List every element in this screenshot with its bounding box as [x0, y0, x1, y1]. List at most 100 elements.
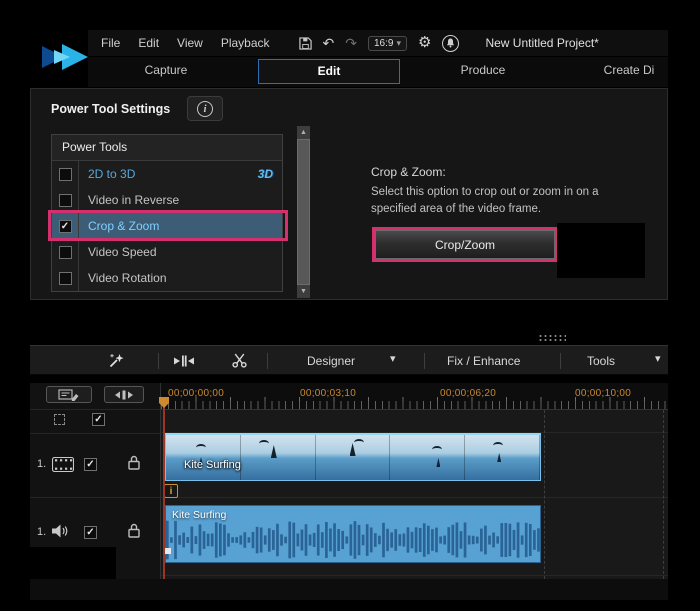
audio-waveform [166, 519, 540, 561]
aspect-ratio-value: 16:9 [374, 38, 393, 49]
scroll-down-icon[interactable]: ▼ [297, 285, 310, 298]
description-line: specified area of the video frame. [371, 201, 671, 218]
description-line: Select this option to crop out or zoom i… [371, 184, 671, 201]
check-icon: ✓ [86, 527, 94, 538]
settings-gear-icon[interactable]: ⚙ [418, 36, 431, 50]
video-track-icon [52, 457, 74, 472]
item-label: Crop & Zoom [79, 219, 159, 233]
undo-icon[interactable]: ↶ [323, 36, 335, 50]
video-clip-label: Kite Surfing [184, 459, 241, 471]
panel-resize-handle[interactable] [538, 334, 566, 342]
checkbox-video-speed[interactable] [59, 246, 72, 259]
chevron-down-icon[interactable]: ▾ [655, 355, 661, 364]
menu-bar: File Edit View Playback ↶ ↷ 16:9 ▾ ⚙ [88, 30, 668, 56]
check-icon: ✓ [94, 414, 102, 425]
clip-info-badge[interactable]: i [164, 484, 178, 498]
fix-enhance-button[interactable]: Fix / Enhance [447, 354, 520, 368]
item-label: Video Speed [79, 245, 157, 259]
crop-zoom-button[interactable]: Crop/Zoom [375, 230, 555, 259]
info-icon: i [197, 101, 213, 117]
tab-produce[interactable]: Produce [443, 63, 523, 77]
check-icon: ✓ [61, 221, 69, 232]
designer-dropdown[interactable]: Designer [307, 354, 355, 368]
checkbox-video-in-reverse[interactable] [59, 194, 72, 207]
tab-edit[interactable]: Edit [258, 59, 400, 84]
select-all-tracks-checkbox[interactable]: ✓ [92, 413, 105, 426]
clip-thumbnail [316, 435, 391, 480]
audio-clip[interactable]: Kite Surfing [165, 505, 541, 563]
item-label: Video Rotation [79, 271, 167, 285]
power-tool-item-video-rotation[interactable]: Video Rotation [52, 265, 282, 291]
audio-track-enable-checkbox[interactable]: ✓ [84, 526, 97, 539]
clip-thumbnail [465, 435, 540, 480]
range-select-icon[interactable] [54, 414, 65, 425]
tools-dropdown[interactable]: Tools [587, 354, 615, 368]
info-button[interactable]: i [187, 96, 223, 121]
item-label: Video in Reverse [79, 193, 179, 207]
chevron-down-icon: ▾ [396, 39, 401, 48]
redacted-area [30, 547, 116, 579]
power-tool-item-crop-zoom[interactable]: ✓ Crop & Zoom [52, 213, 282, 239]
video-track-enable-checkbox[interactable]: ✓ [84, 458, 97, 471]
crop-zoom-description: Crop & Zoom: Select this option to crop … [371, 165, 671, 218]
list-scrollbar[interactable]: ▲ ▼ [297, 126, 310, 298]
toolbar-separator [267, 353, 268, 369]
video-track-lock-icon[interactable] [128, 455, 140, 470]
content-end-guide [544, 410, 545, 579]
power-tool-item-2d-to-3d[interactable]: 2D to 3D 3D [52, 161, 282, 187]
magic-wand-icon[interactable] [108, 352, 125, 369]
power-tools-list: Power Tools 2D to 3D 3D Video in Reverse… [51, 134, 283, 292]
save-icon[interactable] [299, 37, 312, 50]
clip-thumbnail [166, 435, 241, 480]
power-tools-list-header: Power Tools [52, 135, 282, 161]
power-tool-item-video-in-reverse[interactable]: Video in Reverse [52, 187, 282, 213]
page-title: Power Tool Settings [51, 102, 170, 116]
chevron-down-icon[interactable]: ▾ [390, 355, 396, 364]
split-scissors-icon[interactable] [232, 353, 247, 368]
power-tool-item-video-speed[interactable]: Video Speed [52, 239, 282, 265]
tab-create-disc[interactable]: Create Di [586, 63, 672, 77]
video-clip[interactable]: Kite Surfing [165, 433, 541, 481]
checkbox-video-rotation[interactable] [59, 272, 72, 285]
power-tool-settings-panel: Power Tool Settings i Power Tools 2D to … [30, 88, 668, 300]
menu-view[interactable]: View [168, 36, 212, 50]
powerdirector-window: File Edit View Playback ↶ ↷ 16:9 ▾ ⚙ [0, 0, 700, 611]
fit-timeline-button[interactable] [104, 386, 144, 403]
toolbar-separator [158, 353, 159, 369]
aspect-ratio-dropdown[interactable]: 16:9 ▾ [368, 36, 407, 51]
video-track-number: 1. [37, 458, 46, 470]
menu-edit[interactable]: Edit [129, 36, 168, 50]
scroll-up-icon[interactable]: ▲ [297, 126, 310, 139]
timeline-panel: ✓ 1. ✓ [30, 383, 668, 579]
menu-file[interactable]: File [92, 36, 129, 50]
menu-playback[interactable]: Playback [212, 36, 279, 50]
grid-guide [663, 410, 664, 579]
checkbox-2d-to-3d[interactable] [59, 168, 72, 181]
project-title: New Untitled Project* [485, 36, 598, 50]
scrollbar-thumb[interactable] [297, 139, 310, 285]
redacted-area [557, 223, 645, 278]
track-manager-button[interactable] [46, 386, 92, 403]
item-label: 2D to 3D [79, 167, 135, 181]
audio-track-icon [52, 524, 68, 538]
tab-capture[interactable]: Capture [128, 63, 204, 77]
timeline-ruler[interactable]: 00;00;00;00 00;00;03;10 00;00;06;20 00;0… [161, 383, 668, 410]
crossfade-transition-icon[interactable] [174, 355, 194, 367]
redo-icon[interactable]: ↷ [345, 36, 357, 50]
clip-thumbnail [241, 435, 316, 480]
mode-tab-bar: Capture Edit Produce Create Di [88, 57, 668, 87]
clip-thumbnail [390, 435, 465, 480]
playhead-line [163, 398, 165, 579]
check-icon: ✓ [86, 459, 94, 470]
clip-resize-handle[interactable] [165, 548, 171, 554]
timeline-tracks-area[interactable]: Kite Surfing i Kite Surfing [161, 410, 668, 579]
notification-bell-icon[interactable] [442, 35, 459, 52]
powerdirector-logo [40, 40, 90, 74]
timeline-toolbar: Designer ▾ Fix / Enhance Tools ▾ [30, 345, 668, 375]
timeline-scroll-strip[interactable] [30, 579, 668, 600]
checkbox-crop-zoom[interactable]: ✓ [59, 220, 72, 233]
audio-track-lock-icon[interactable] [128, 523, 140, 538]
toolbar-separator [560, 353, 561, 369]
3d-badge-icon: 3D [258, 167, 273, 181]
description-title: Crop & Zoom: [371, 165, 671, 179]
